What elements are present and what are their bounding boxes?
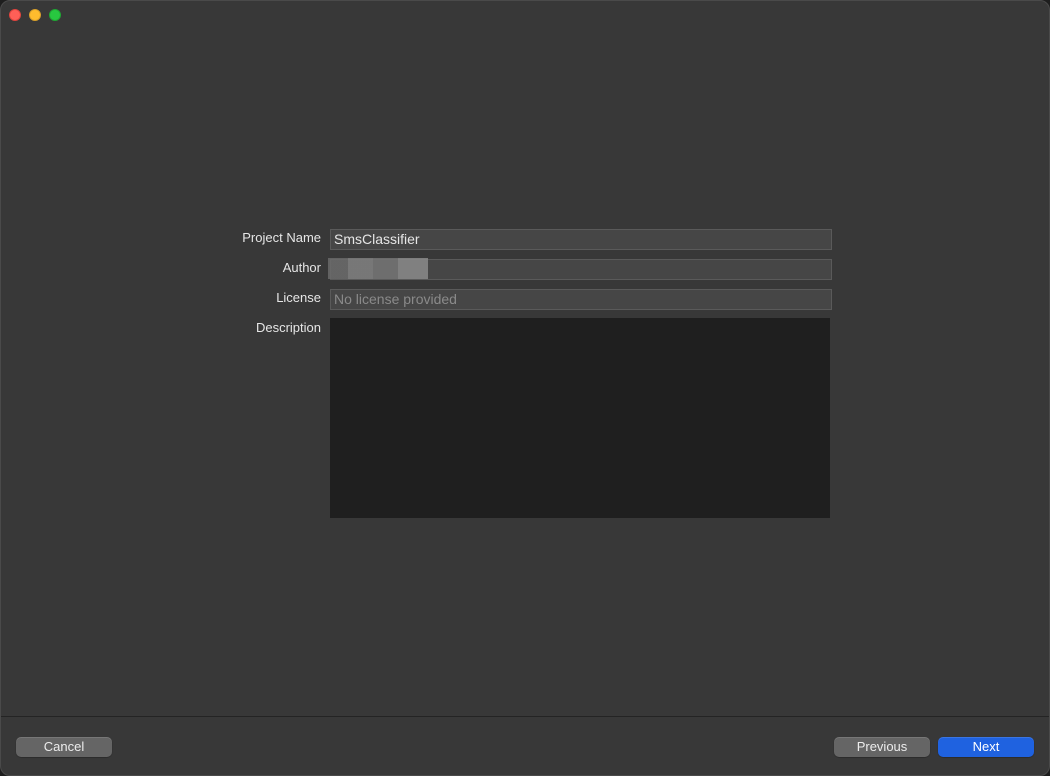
previous-button[interactable]: Previous: [834, 737, 930, 757]
minimize-window-icon[interactable]: [29, 9, 41, 21]
license-label: License: [276, 290, 321, 305]
project-name-label: Project Name: [242, 230, 321, 245]
cancel-button[interactable]: Cancel: [16, 737, 112, 757]
project-options-window: Project Name SmsClassifier Author Licens…: [0, 0, 1050, 776]
next-button[interactable]: Next: [938, 737, 1034, 757]
project-name-field[interactable]: SmsClassifier: [330, 229, 832, 250]
close-window-icon[interactable]: [9, 9, 21, 21]
zoom-window-icon[interactable]: [49, 9, 61, 21]
footer-divider: [1, 716, 1049, 717]
description-textarea[interactable]: [330, 318, 830, 518]
license-field[interactable]: No license provided: [330, 289, 832, 310]
author-redaction: [328, 258, 428, 279]
description-label: Description: [255, 320, 321, 335]
window-controls: [9, 9, 61, 21]
author-label: Author: [282, 260, 321, 275]
